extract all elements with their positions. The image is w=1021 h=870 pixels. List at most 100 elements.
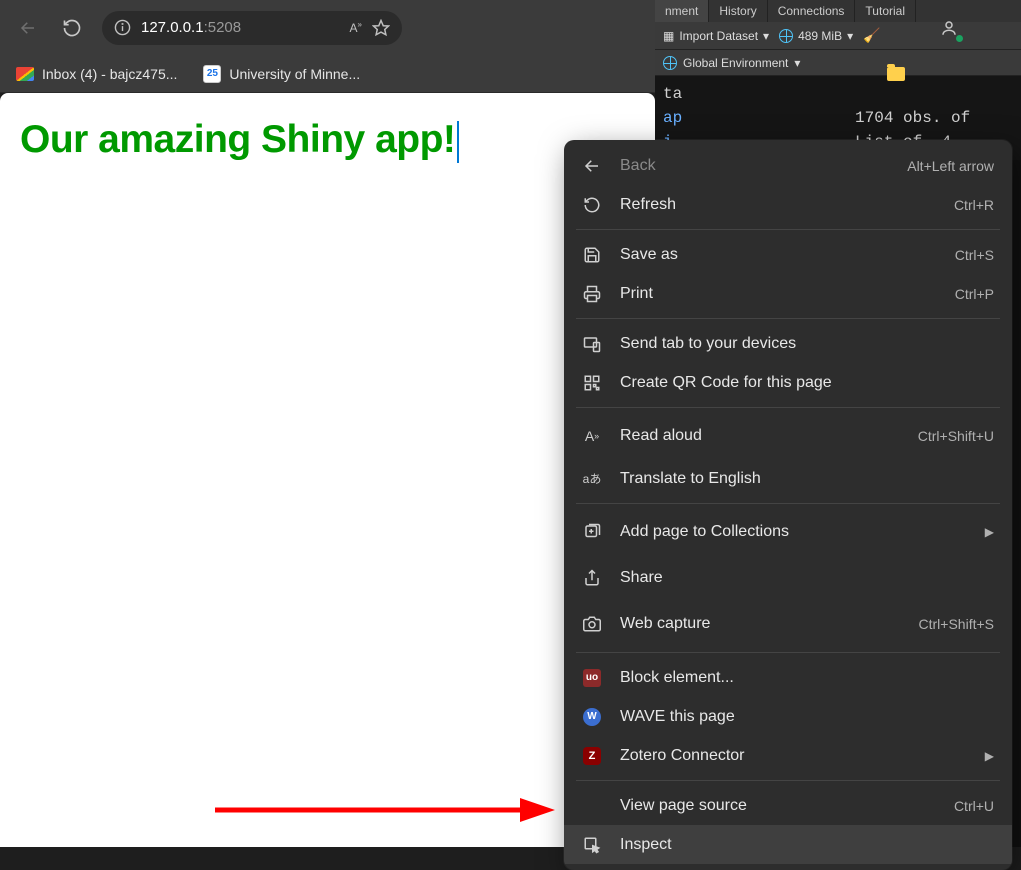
address-bar[interactable]: 127.0.0.1:5208 A» (102, 11, 402, 45)
chevron-right-icon: ▶ (985, 525, 994, 539)
info-icon (114, 19, 131, 36)
ctx-label: Print (620, 285, 937, 303)
back-button[interactable] (8, 8, 48, 48)
gmail-icon (16, 67, 34, 81)
rstudio-memory-indicator[interactable]: 489 MiB ▾ (779, 29, 853, 43)
ctx-refresh[interactable]: Refresh Ctrl+R (564, 185, 1012, 224)
ctx-label: Refresh (620, 196, 936, 214)
ctx-shortcut: Ctrl+Shift+U (918, 428, 994, 444)
env-label: Global Environment (683, 56, 788, 70)
globe-icon (779, 29, 793, 43)
separator (576, 780, 1000, 781)
ctx-send-tab[interactable]: Send tab to your devices (564, 324, 1012, 363)
separator (576, 407, 1000, 408)
separator (576, 229, 1000, 230)
mem-label: 489 MiB (798, 29, 842, 43)
share-icon (582, 569, 602, 587)
ctx-zotero[interactable]: Z Zotero Connector ▶ (564, 736, 1012, 775)
dropdown-icon: ▾ (847, 29, 853, 43)
ctx-label: Block element... (620, 669, 994, 687)
profile-button[interactable] (929, 8, 969, 48)
ctx-label: View page source (620, 797, 936, 815)
zotero-icon: Z (582, 747, 602, 765)
reload-icon (582, 196, 602, 214)
text-size-icon[interactable]: A» (350, 20, 362, 35)
save-icon (582, 246, 602, 264)
ctx-label: Read aloud (620, 427, 900, 445)
print-icon (582, 285, 602, 303)
bookmark-umn[interactable]: 25 University of Minne... (197, 61, 366, 87)
ctx-share[interactable]: Share (564, 555, 1012, 601)
context-menu: Back Alt+Left arrow Refresh Ctrl+R Save … (564, 140, 1012, 870)
broom-icon[interactable]: 🧹 (863, 27, 880, 44)
collections-icon (582, 523, 602, 541)
ctx-label: Share (620, 569, 994, 587)
ctx-back: Back Alt+Left arrow (564, 146, 1012, 185)
ctx-qr-code[interactable]: Create QR Code for this page (564, 363, 1012, 402)
text-cursor (457, 121, 459, 163)
qr-icon (582, 374, 602, 392)
separator (576, 503, 1000, 504)
ctx-print[interactable]: Print Ctrl+P (564, 274, 1012, 313)
reload-button[interactable] (52, 8, 92, 48)
chevron-right-icon: ▶ (985, 749, 994, 763)
page-content: Our amazing Shiny app! (0, 93, 655, 847)
grid-icon: ▦ (663, 29, 674, 43)
separator (576, 652, 1000, 653)
ctx-translate[interactable]: aあ Translate to English (564, 459, 1012, 498)
ctx-label: Back (620, 157, 889, 175)
camera-icon (582, 615, 602, 633)
ctx-shortcut: Alt+Left arrow (907, 158, 994, 174)
url-host: 127.0.0.1 (141, 19, 204, 36)
separator (576, 318, 1000, 319)
ctx-wave[interactable]: W WAVE this page (564, 697, 1012, 736)
ctx-inspect[interactable]: Inspect (564, 825, 1012, 864)
ctx-label: Create QR Code for this page (620, 374, 994, 392)
ctx-label: Zotero Connector (620, 747, 967, 765)
wave-icon: W (582, 708, 602, 726)
globe-icon (663, 56, 677, 70)
calendar-icon: 25 (203, 65, 221, 83)
ctx-collections[interactable]: Add page to Collections ▶ (564, 509, 1012, 555)
reload-icon (62, 18, 82, 38)
devices-icon (582, 335, 602, 353)
bookmark-label: University of Minne... (229, 66, 360, 82)
star-icon[interactable] (372, 19, 390, 37)
rstudio-import-dataset[interactable]: ▦ Import Dataset ▾ (663, 29, 769, 43)
rstudio-tab-tutorial[interactable]: Tutorial (855, 0, 916, 22)
ublock-icon: uo (582, 669, 602, 687)
dropdown-icon: ▾ (763, 29, 769, 43)
folder-icon (887, 67, 905, 81)
ctx-label: Translate to English (620, 470, 994, 488)
rstudio-tab-history[interactable]: History (709, 0, 767, 22)
ctx-label: Web capture (620, 615, 901, 633)
url-port: :5208 (204, 19, 242, 36)
ctx-label: Inspect (620, 836, 994, 854)
ctx-read-aloud[interactable]: A» Read aloud Ctrl+Shift+U (564, 413, 1012, 459)
ctx-shortcut: Ctrl+S (955, 247, 994, 263)
rstudio-env-bar[interactable]: Global Environment ▾ (655, 50, 1021, 76)
arrow-left-icon (582, 157, 602, 175)
bookmark-inbox[interactable]: Inbox (4) - bajcz475... (10, 62, 183, 86)
ctx-shortcut: Ctrl+R (954, 197, 994, 213)
page-title: Our amazing Shiny app! (0, 93, 655, 188)
ctx-label: Send tab to your devices (620, 335, 994, 353)
ctx-block-element[interactable]: uo Block element... (564, 658, 1012, 697)
ctx-shortcut: Ctrl+P (955, 286, 994, 302)
inspect-icon (582, 836, 602, 854)
rstudio-tab-connections[interactable]: Connections (768, 0, 856, 22)
translate-icon: aあ (582, 470, 602, 487)
dropdown-icon: ▾ (794, 56, 800, 70)
ctx-label: Save as (620, 246, 937, 264)
read-aloud-icon: A» (582, 428, 602, 444)
arrow-left-icon (19, 19, 37, 37)
import-label: Import Dataset (679, 29, 758, 43)
rstudio-tab-environment[interactable]: nment (655, 0, 709, 22)
ctx-save-as[interactable]: Save as Ctrl+S (564, 235, 1012, 274)
profile-icon (940, 19, 958, 37)
ctx-label: Add page to Collections (620, 523, 967, 541)
ctx-shortcut: Ctrl+U (954, 798, 994, 814)
ctx-view-source[interactable]: View page source Ctrl+U (564, 786, 1012, 825)
ctx-label: WAVE this page (620, 708, 994, 726)
ctx-web-capture[interactable]: Web capture Ctrl+Shift+S (564, 601, 1012, 647)
